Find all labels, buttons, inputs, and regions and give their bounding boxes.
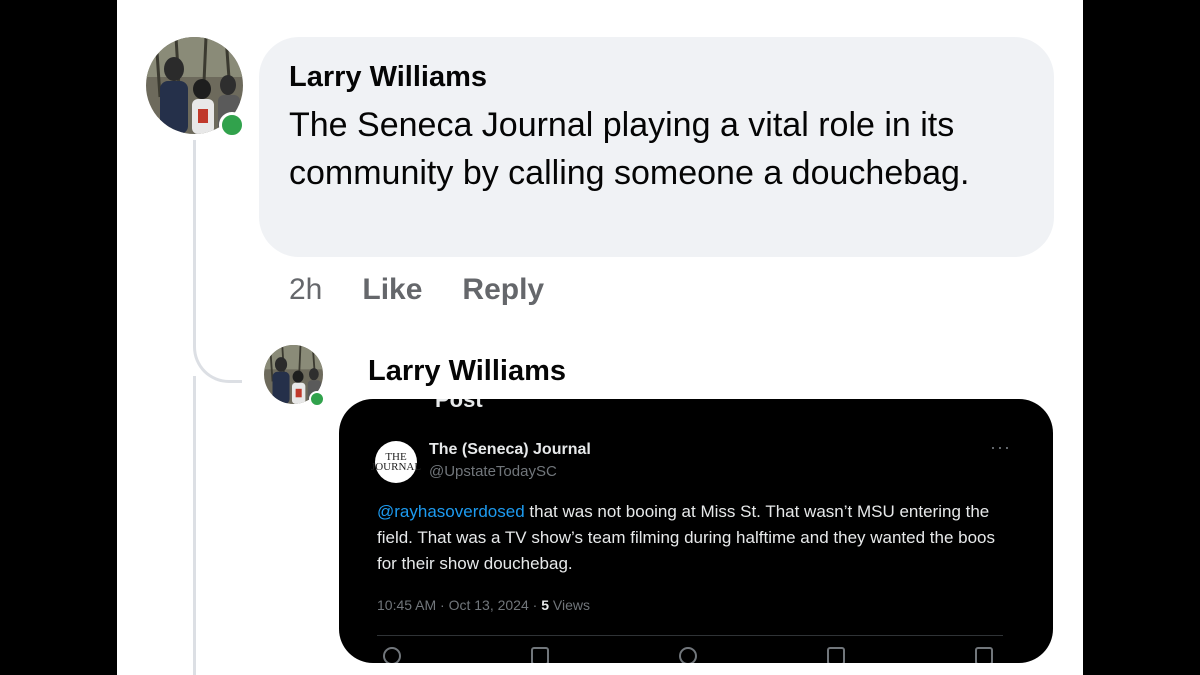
tweet-author-handle: @UpstateTodaySC bbox=[429, 463, 557, 480]
tweet-author-name: The (Seneca) Journal bbox=[429, 441, 591, 458]
thread-connector bbox=[193, 140, 242, 383]
post-header-cropped: Post bbox=[435, 399, 483, 412]
online-status-dot bbox=[309, 391, 325, 407]
thread-line bbox=[193, 376, 196, 675]
tweet-text: @rayhasoverdosed that was not booing at … bbox=[377, 499, 1017, 577]
retweet-icon bbox=[531, 647, 549, 663]
comment-bubble: Larry Williams The Seneca Journal playin… bbox=[259, 37, 1054, 257]
like-button[interactable]: Like bbox=[362, 273, 422, 307]
tweet-views-count: 5 bbox=[541, 597, 549, 613]
reply-author[interactable]: Larry Williams bbox=[368, 355, 566, 388]
reply-icon bbox=[383, 647, 401, 663]
divider bbox=[377, 635, 1003, 636]
bookmark-icon bbox=[827, 647, 845, 663]
comment-timestamp[interactable]: 2h bbox=[289, 273, 322, 307]
comment-actions: 2h Like Reply bbox=[289, 270, 544, 310]
reply-button[interactable]: Reply bbox=[462, 273, 544, 307]
journal-logo-icon: THE JOURNAL bbox=[371, 441, 421, 483]
reply-avatar[interactable] bbox=[264, 345, 325, 407]
attached-image[interactable]: Post THE JOURNAL The (Seneca) Journal @U… bbox=[339, 399, 1053, 663]
tweet-mention: @rayhasoverdosed bbox=[377, 502, 525, 521]
tweet-meta: 10:45 AM · Oct 13, 2024 · 5 Views bbox=[377, 597, 590, 613]
tweet-timestamp: 10:45 AM · Oct 13, 2024 · bbox=[377, 597, 542, 613]
comment-author[interactable]: Larry Williams bbox=[289, 59, 1024, 95]
comment-text: The Seneca Journal playing a vital role … bbox=[289, 106, 970, 192]
online-status-dot bbox=[219, 112, 245, 138]
share-icon bbox=[975, 647, 993, 663]
avatar[interactable] bbox=[146, 37, 245, 138]
tweet-views-label: Views bbox=[549, 597, 590, 613]
tweet-action-bar bbox=[383, 647, 993, 663]
comment-thread: Larry Williams The Seneca Journal playin… bbox=[117, 0, 1083, 675]
more-options-icon: ··· bbox=[990, 437, 1011, 457]
heart-icon bbox=[679, 647, 697, 663]
